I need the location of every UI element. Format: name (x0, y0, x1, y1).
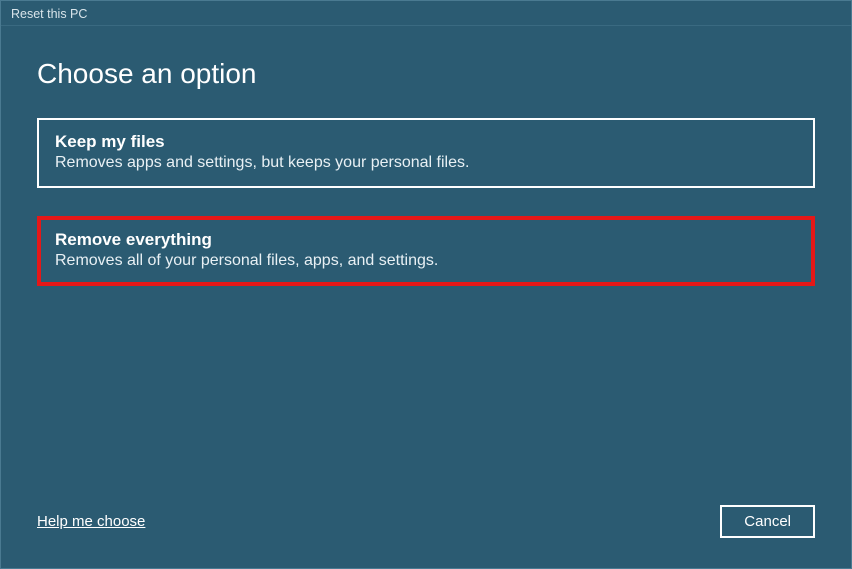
content-area: Choose an option Keep my files Removes a… (1, 26, 851, 286)
window-title: Reset this PC (11, 7, 87, 21)
footer: Help me choose Cancel (37, 505, 815, 538)
cancel-button[interactable]: Cancel (720, 505, 815, 538)
reset-pc-window: Reset this PC Choose an option Keep my f… (0, 0, 852, 569)
help-me-choose-link[interactable]: Help me choose (37, 513, 145, 530)
option-title: Remove everything (55, 230, 797, 250)
option-title: Keep my files (55, 132, 797, 152)
option-description: Removes all of your personal files, apps… (55, 252, 797, 270)
option-remove-everything[interactable]: Remove everything Removes all of your pe… (37, 216, 815, 286)
option-description: Removes apps and settings, but keeps you… (55, 154, 797, 172)
option-keep-my-files[interactable]: Keep my files Removes apps and settings,… (37, 118, 815, 188)
window-title-bar: Reset this PC (1, 1, 851, 26)
page-title: Choose an option (37, 58, 815, 90)
